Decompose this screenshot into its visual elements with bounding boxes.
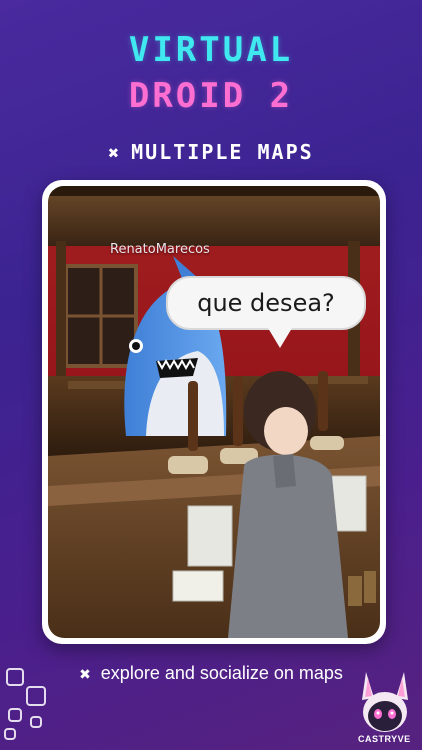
x-icon: ✖	[108, 143, 122, 164]
game-screenshot: RenatoMarecos que desea?	[48, 186, 380, 638]
decor-square-medium	[26, 686, 46, 706]
decor-square-small	[8, 708, 22, 722]
feature-label: Multiple Maps	[131, 140, 314, 164]
decor-square-large	[6, 668, 24, 686]
speech-bubble: que desea?	[166, 276, 366, 348]
decor-square-small	[30, 716, 42, 728]
game-screenshot-frame: RenatoMarecos que desea?	[42, 180, 386, 644]
player-name-tag: RenatoMarecos	[110, 242, 210, 257]
x-icon: ✖	[79, 666, 91, 682]
brand-name: CASTRYVE	[358, 734, 411, 744]
tagline-text: explore and socialize on maps	[100, 663, 343, 683]
app-title-line-2: Droid 2	[128, 76, 294, 116]
tavern-scene	[48, 186, 380, 638]
decor-square-small	[4, 728, 16, 740]
feature-heading: ✖ Multiple Maps	[0, 140, 422, 164]
app-title-line-1: Virtual	[128, 30, 294, 70]
